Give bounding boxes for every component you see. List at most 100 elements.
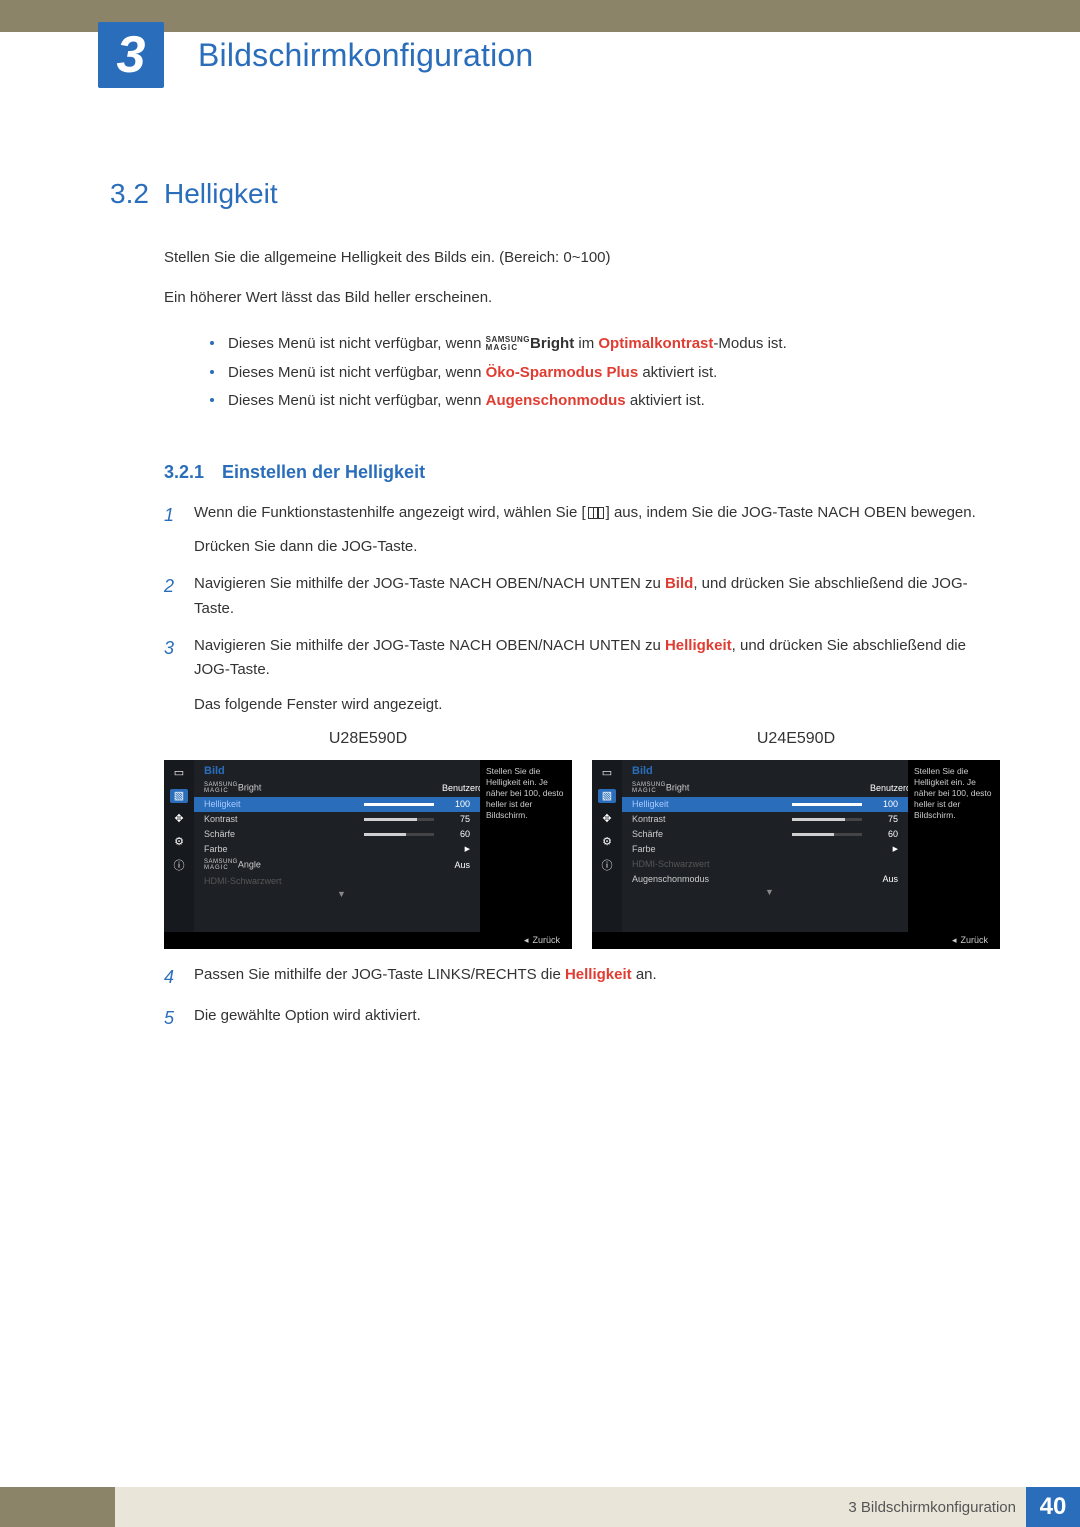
osd-row-value: 60 xyxy=(442,829,470,839)
step-text: ] aus, indem Sie die JOG-Taste NACH OBEN… xyxy=(606,504,976,521)
osd-help-panel: Stellen Sie die Helligkeit ein. Je näher… xyxy=(908,760,1000,932)
osd-menu-row[interactable]: Kontrast 75 xyxy=(194,812,480,827)
chapter-number-badge: 3 xyxy=(98,22,164,88)
osd-sidebar: ▭ ▧ ✥ ⚙ ⓘ xyxy=(592,760,622,932)
note-text: Dieses Menü ist nicht verfügbar, wenn xyxy=(228,335,486,352)
osd-slider[interactable] xyxy=(792,818,862,821)
osd-title: Bild xyxy=(622,760,908,780)
osd-side-icon[interactable]: ▭ xyxy=(598,766,616,780)
osd-screenshots-row: U28E590D▭▧✥⚙ⓘBildSAMSUNGMAGICBrightBenut… xyxy=(164,730,1000,949)
osd-row-value: Benutzerdef. xyxy=(442,783,470,793)
osd-slider[interactable] xyxy=(364,818,434,821)
osd-model-label: U28E590D xyxy=(164,730,572,748)
osd-menu-row[interactable]: Farbe▶ xyxy=(622,842,908,857)
subsection-number: 3.2.1 xyxy=(164,462,222,483)
step-text: Navigieren Sie mithilfe der JOG-Taste NA… xyxy=(194,637,665,654)
osd-row-label: Farbe xyxy=(204,844,459,854)
step-1: 1 Wenn die Funktionstastenhilfe angezeig… xyxy=(164,501,1000,561)
osd-menu-row[interactable]: Schärfe60 xyxy=(622,827,908,842)
step-text: Das folgende Fenster wird angezeigt. xyxy=(194,693,1000,718)
notes-block: Dieses Menü ist nicht verfügbar, wenn SA… xyxy=(180,330,1000,416)
osd-slider[interactable] xyxy=(792,803,862,806)
content-area: 3.2 Helligkeit Stellen Sie die allgemein… xyxy=(0,88,1080,1034)
osd-panel: ▭▧✥⚙ⓘBildSAMSUNGMAGICBrightBenutzerdef.H… xyxy=(164,760,572,949)
osd-model-label: U24E590D xyxy=(592,730,1000,748)
osd-side-icon[interactable]: ▧ xyxy=(170,789,188,803)
footer-chapter-label: 3 Bildschirmkonfiguration xyxy=(848,1499,1016,1516)
osd-menu-row[interactable]: Kontrast 75 xyxy=(622,812,908,827)
keyword: Helligkeit xyxy=(665,637,732,654)
osd-menu-row[interactable]: SAMSUNGMAGICBrightBenutzerdef. xyxy=(194,780,480,797)
magic-suffix: Bright xyxy=(530,335,574,352)
subsection-title: Einstellen der Helligkeit xyxy=(222,462,425,483)
osd-menu-row[interactable]: AugenschonmodusAus xyxy=(622,872,908,887)
step-text: Passen Sie mithilfe der JOG-Taste LINKS/… xyxy=(194,966,565,983)
osd-side-icon[interactable]: ✥ xyxy=(170,812,188,826)
chapter-title: Bildschirmkonfiguration xyxy=(198,37,533,74)
osd-row-label: SAMSUNGMAGICBright xyxy=(632,782,870,794)
step-number: 4 xyxy=(164,963,194,993)
osd-slider[interactable] xyxy=(364,833,434,836)
chevron-down-icon[interactable]: ▼ xyxy=(765,887,774,897)
osd-row-value: 75 xyxy=(442,814,470,824)
keyword: Bild xyxy=(665,575,693,592)
osd-side-icon[interactable]: ⓘ xyxy=(598,858,616,872)
osd-column: U24E590D▭▧✥⚙ⓘBildSAMSUNGMAGICBrightBenut… xyxy=(592,730,1000,949)
osd-menu-row[interactable]: Helligkeit 100 xyxy=(194,797,480,812)
osd-row-label: HDMI-Schwarzwert xyxy=(204,876,470,886)
osd-slider[interactable] xyxy=(792,833,862,836)
keyword: Helligkeit xyxy=(565,966,632,983)
chapter-header: 3 Bildschirmkonfiguration xyxy=(0,22,1080,88)
osd-menu-row[interactable]: Helligkeit100 xyxy=(622,797,908,812)
osd-row-value: 75 xyxy=(870,814,898,824)
steps-list: 1 Wenn die Funktionstastenhilfe angezeig… xyxy=(164,501,1000,718)
osd-menu-row[interactable]: SAMSUNGMAGICBrightBenutzerdef. xyxy=(622,780,908,797)
step-text: Wenn die Funktionstastenhilfe angezeigt … xyxy=(194,504,586,521)
step-number: 2 xyxy=(164,572,194,622)
chevron-right-icon: ▶ xyxy=(893,845,898,853)
osd-menu-row[interactable]: SAMSUNGMAGICAngleAus xyxy=(194,857,480,874)
osd-footer[interactable]: ◂Zurück xyxy=(164,932,572,949)
keyword: Augenschonmodus xyxy=(486,392,626,409)
intro-paragraph-2: Ein höherer Wert lässt das Bild heller e… xyxy=(164,286,1000,310)
osd-side-icon[interactable]: ⚙ xyxy=(598,835,616,849)
step-number: 1 xyxy=(164,501,194,561)
osd-help-panel: Stellen Sie die Helligkeit ein. Je näher… xyxy=(480,760,572,932)
note-item-1: Dieses Menü ist nicht verfügbar, wenn SA… xyxy=(210,330,1000,359)
subsection-header: 3.2.1 Einstellen der Helligkeit xyxy=(164,462,1000,483)
osd-footer[interactable]: ◂Zurück xyxy=(592,932,1000,949)
osd-slider[interactable] xyxy=(364,803,434,806)
step-number: 3 xyxy=(164,634,194,718)
osd-menu-row[interactable]: Farbe▶ xyxy=(194,842,480,857)
step-5: 5 Die gewählte Option wird aktiviert. xyxy=(164,1004,1000,1034)
osd-side-icon[interactable]: ▭ xyxy=(170,766,188,780)
osd-side-icon[interactable]: ▧ xyxy=(598,789,616,803)
osd-row-value: 100 xyxy=(442,799,470,809)
osd-row-value: Benutzerdef. xyxy=(870,783,898,793)
osd-row-label: Helligkeit xyxy=(632,799,792,809)
osd-row-label: SAMSUNGMAGICBright xyxy=(204,782,442,794)
osd-menu-row: HDMI-Schwarzwert xyxy=(622,857,908,872)
osd-row-label: Augenschonmodus xyxy=(632,874,870,884)
osd-side-icon[interactable]: ⚙ xyxy=(170,835,188,849)
osd-menu-row[interactable]: Schärfe 60 xyxy=(194,827,480,842)
osd-row-label: Helligkeit xyxy=(204,799,364,809)
steps-list-cont: 4 Passen Sie mithilfe der JOG-Taste LINK… xyxy=(164,963,1000,1034)
osd-side-icon[interactable]: ✥ xyxy=(598,812,616,826)
step-text: Die gewählte Option wird aktiviert. xyxy=(194,1007,421,1024)
osd-row-label: Kontrast xyxy=(204,814,364,824)
osd-row-label: Schärfe xyxy=(204,829,364,839)
section-header: 3.2 Helligkeit xyxy=(110,178,1000,210)
osd-title: Bild xyxy=(194,760,480,780)
chevron-down-icon[interactable]: ▼ xyxy=(337,889,346,899)
osd-column: U28E590D▭▧✥⚙ⓘBildSAMSUNGMAGICBrightBenut… xyxy=(164,730,572,949)
osd-row-label: Kontrast xyxy=(632,814,792,824)
menu-icon xyxy=(588,507,604,519)
osd-row-value: Aus xyxy=(442,860,470,870)
osd-sidebar: ▭ ▧ ✥ ⚙ ⓘ xyxy=(164,760,194,932)
keyword: Öko-Sparmodus Plus xyxy=(486,364,639,381)
osd-side-icon[interactable]: ⓘ xyxy=(170,858,188,872)
note-text: im xyxy=(574,335,598,352)
step-text: an. xyxy=(632,966,657,983)
step-text: Drücken Sie dann die JOG-Taste. xyxy=(194,535,1000,560)
